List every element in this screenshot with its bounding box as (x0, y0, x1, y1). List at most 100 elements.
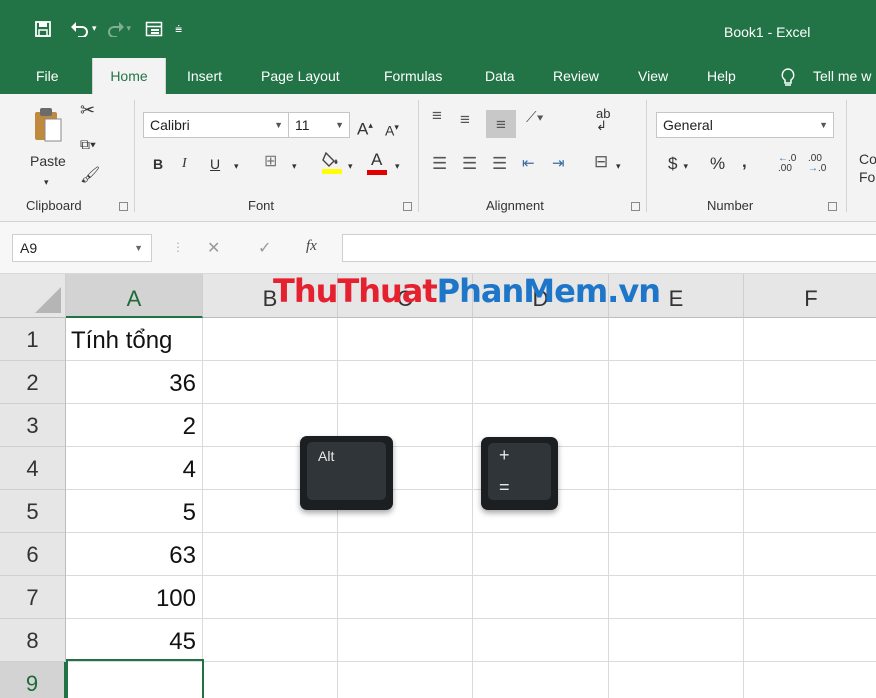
cell-a8[interactable]: 45 (67, 620, 202, 662)
worksheet-grid: A B C D E F 1 2 3 4 5 6 7 8 9 Tính tổng … (0, 274, 876, 698)
row-header-8[interactable]: 8 (0, 619, 66, 662)
font-size-value: 11 (295, 117, 310, 133)
alt-key-label: Alt (318, 448, 335, 464)
form-icon[interactable] (145, 18, 163, 40)
cancel-icon: ✕ (207, 238, 221, 257)
merge-dropdown-icon[interactable]: ▾ (616, 156, 621, 176)
tab-data[interactable]: Data (485, 58, 515, 94)
row-header-4[interactable]: 4 (0, 447, 66, 490)
row-header-1[interactable]: 1 (0, 318, 66, 361)
percent-button[interactable]: % (710, 154, 725, 174)
name-box[interactable]: A9 ▼ (12, 234, 152, 262)
grow-font-button[interactable]: A▴ (357, 115, 373, 140)
middle-align-icon[interactable]: ≡ (460, 110, 470, 130)
underline-button[interactable]: U (210, 154, 220, 174)
currency-label: $ (668, 154, 678, 173)
title-bar: ▾ ▾ ⩧ Book1 - Excel (0, 0, 876, 58)
align-right-icon[interactable]: ☰ (492, 154, 507, 174)
font-size-select[interactable]: 11 ▼ (288, 112, 350, 138)
align-left-icon[interactable]: ☰ (432, 154, 447, 174)
undo-icon[interactable] (70, 18, 90, 40)
fill-dropdown-icon[interactable]: ▾ (348, 156, 353, 176)
row-header-6[interactable]: 6 (0, 533, 66, 576)
column-header-a[interactable]: A (66, 274, 203, 318)
cell-a7[interactable]: 100 (67, 577, 202, 619)
cell-a5[interactable]: 5 (67, 491, 202, 533)
borders-dropdown-icon[interactable]: ▾ (292, 156, 297, 176)
plus-equals-key: + = (481, 437, 558, 510)
bold-button[interactable]: B (153, 154, 163, 174)
increase-indent-icon[interactable]: ⇥ (552, 154, 565, 174)
gridline (743, 318, 744, 698)
italic-button[interactable]: I (182, 154, 187, 174)
align-center-icon[interactable]: ☰ (462, 154, 477, 174)
paste-button[interactable]: Paste (30, 151, 66, 171)
row-header-9[interactable]: 9 (0, 662, 66, 698)
row-header-5[interactable]: 5 (0, 490, 66, 533)
borders-icon[interactable]: ⊞ (264, 152, 277, 172)
name-box-value: A9 (20, 240, 38, 256)
row-header-2[interactable]: 2 (0, 361, 66, 404)
chevron-down-icon: ▼ (335, 120, 344, 130)
row-header-7[interactable]: 7 (0, 576, 66, 619)
number-group-label: Number (707, 198, 754, 213)
format-painter-icon[interactable]: 🖌 (80, 166, 100, 186)
cell-a3[interactable]: 2 (67, 405, 202, 447)
tab-formulas[interactable]: Formulas (384, 58, 442, 94)
currency-button[interactable]: $ ▾ (668, 154, 688, 176)
tab-help[interactable]: Help (707, 58, 736, 94)
font-launcher-icon[interactable] (403, 202, 412, 211)
separator (846, 100, 847, 212)
increase-decimal-label: .0 (788, 153, 797, 164)
formula-input[interactable] (342, 234, 876, 262)
orientation-icon[interactable]: ⟋▾ (526, 108, 544, 128)
conditional-formatting-button[interactable]: Co For (859, 150, 876, 186)
top-align-icon[interactable]: ≡ (432, 106, 442, 126)
cut-icon[interactable]: ✂ (80, 100, 95, 120)
row-header-3[interactable]: 3 (0, 404, 66, 447)
bottom-align-icon[interactable]: ≡ (486, 110, 516, 138)
merge-center-icon[interactable]: ⊟ (594, 152, 608, 172)
wrap-text-icon[interactable]: ab ↲ (596, 107, 610, 132)
cell-a1[interactable]: Tính tổng (67, 319, 202, 361)
increase-decimal-icon[interactable]: ←.0.00 (778, 154, 796, 174)
clipboard-launcher-icon[interactable] (119, 202, 128, 211)
watermark-blue-text: PhanMem.vn (436, 272, 661, 310)
cell-a2[interactable]: 36 (67, 362, 202, 404)
font-color-label: A (371, 150, 383, 169)
customize-icon[interactable]: ⩧ (175, 18, 182, 40)
tab-file[interactable]: File (36, 58, 59, 94)
number-launcher-icon[interactable] (828, 202, 837, 211)
tab-view[interactable]: View (638, 58, 668, 94)
shrink-font-button[interactable]: A▾ (385, 117, 399, 141)
tab-review[interactable]: Review (553, 58, 599, 94)
tab-insert[interactable]: Insert (187, 58, 222, 94)
insert-function-icon[interactable]: fx (306, 238, 317, 255)
fill-color-icon[interactable] (321, 149, 343, 175)
font-name-select[interactable]: Calibri ▼ (143, 112, 289, 138)
font-color-icon[interactable]: A (367, 150, 389, 176)
copy-icon[interactable]: ⧉▾ (80, 134, 96, 154)
separator (418, 100, 419, 212)
save-icon[interactable] (34, 18, 52, 40)
font-color-dropdown-icon[interactable]: ▾ (395, 156, 400, 176)
undo-dropdown-icon[interactable]: ▾ (92, 18, 97, 40)
paste-dropdown-icon[interactable]: ▾ (44, 172, 49, 192)
underline-dropdown-icon[interactable]: ▾ (234, 156, 239, 176)
tell-me-search[interactable]: Tell me w (813, 58, 871, 94)
tab-page-layout[interactable]: Page Layout (261, 58, 340, 94)
number-format-select[interactable]: General ▼ (656, 112, 834, 138)
select-all-button[interactable] (0, 274, 66, 318)
decrease-decimal-icon[interactable]: .00 →.0 (808, 154, 826, 174)
chevron-down-icon: ▼ (134, 243, 143, 253)
column-header-f[interactable]: F (744, 274, 876, 318)
lightbulb-icon[interactable] (780, 58, 796, 94)
paste-icon[interactable] (33, 106, 62, 142)
decrease-indent-icon[interactable]: ⇤ (522, 154, 535, 174)
cell-a4[interactable]: 4 (67, 448, 202, 490)
tab-home[interactable]: Home (92, 58, 166, 96)
alignment-launcher-icon[interactable] (631, 202, 640, 211)
cell-a6[interactable]: 63 (67, 534, 202, 576)
comma-button[interactable]: , (742, 152, 747, 172)
key-face (488, 443, 551, 500)
